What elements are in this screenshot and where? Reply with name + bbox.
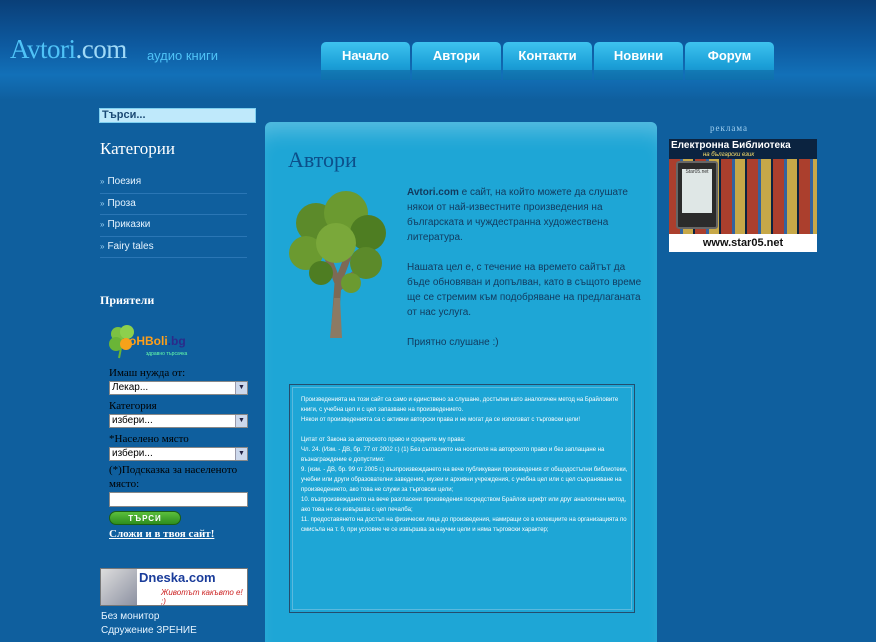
place-select[interactable]: избери... ▼ [109, 447, 248, 461]
category-poetry[interactable]: » Поезия [100, 172, 247, 194]
main-nav: Начало Автори Контакти Новини Форум [321, 42, 774, 80]
legal-paragraph: 11. предоставянето на достъп на физическ… [301, 517, 627, 533]
bullet-icon: » [100, 177, 105, 186]
legal-paragraph: Произведенията на този сайт са само и ед… [301, 397, 619, 413]
place-label: *Населено място [109, 433, 189, 445]
handshake-image [101, 569, 137, 605]
search-input[interactable]: Търси... [99, 108, 256, 123]
ad-url: www.star05.net [669, 234, 817, 252]
category-fairy-tales[interactable]: » Fairy tales [100, 237, 247, 258]
ohboli-logo-text[interactable]: oHBoli.bg [129, 334, 186, 348]
site-name: Avtori.com [407, 187, 459, 198]
ad-title: Електронна Библиотека [671, 140, 791, 151]
ebook-reader-icon: Star05.net [676, 161, 718, 229]
legal-paragraph: 10. възпроизвеждането на вече разгласени… [301, 497, 627, 513]
need-label: Имаш нужда от: [109, 367, 186, 379]
copyright-notice-box: Произведенията на този сайт са само и ед… [287, 382, 637, 615]
bullet-icon: » [100, 241, 105, 251]
page-title: Автори [288, 147, 357, 172]
link-no-monitor[interactable]: Без монитор [101, 611, 159, 622]
dneska-banner[interactable]: Dneska.com Животът какъвто е! ;) [100, 568, 248, 606]
chevron-down-icon: ▼ [235, 415, 247, 427]
legal-paragraph: Някои от произведенията са с активни авт… [301, 417, 581, 423]
hint-label: (*)Подсказка за населеното място: [109, 464, 238, 490]
ad-subtitle: на български език [703, 152, 755, 158]
site-logo[interactable]: Avtori.com [10, 34, 127, 65]
chevron-down-icon: ▼ [235, 382, 247, 394]
add-widget-link[interactable]: Сложи и в твоя сайт! [109, 528, 214, 540]
categories-list: » Поезия » Проза » Приказки » Fairy tales [100, 172, 247, 258]
chevron-down-icon: ▼ [235, 448, 247, 460]
ohboli-search-button[interactable]: ТЪРСИ [109, 511, 181, 525]
categories-title: Категории [100, 139, 175, 158]
site-tagline: аудио книги [147, 48, 218, 63]
nav-home[interactable]: Начало [321, 42, 410, 80]
intro-paragraph-3: Приятно слушане :) [407, 337, 499, 348]
nav-news[interactable]: Новини [594, 42, 683, 80]
dneska-title: Dneska.com [139, 570, 216, 585]
category-tales[interactable]: » Приказки [100, 215, 247, 237]
legal-paragraph: Чл. 24. (Изм. - ДВ, бр. 77 от 2002 г.) (… [301, 447, 605, 463]
hint-input[interactable] [109, 492, 248, 507]
ohboli-tagline: здравно търсачка [146, 351, 188, 357]
category-label: Категория [109, 400, 157, 412]
nav-forum[interactable]: Форум [685, 42, 774, 80]
nav-contacts[interactable]: Контакти [503, 42, 592, 80]
nav-authors[interactable]: Автори [412, 42, 501, 80]
link-zrenie[interactable]: Сдружение ЗРЕНИЕ [101, 625, 197, 636]
intro-paragraph-2: Нашата цел е, с течение на времето сайтъ… [407, 262, 642, 318]
header: Avtori.com аудио книги Начало Автори Кон… [0, 0, 876, 100]
need-select[interactable]: Лекар... ▼ [109, 381, 248, 395]
ad-label: реклама [710, 123, 748, 133]
ad-banner[interactable]: Електронна Библиотека на български език … [669, 139, 817, 252]
category-select[interactable]: избери... ▼ [109, 414, 248, 428]
category-prose[interactable]: » Проза [100, 194, 247, 215]
legal-paragraph: 9. (изм. - ДВ, бр. 99 от 2005 г.) възпро… [301, 467, 628, 493]
dneska-slogan: Животът какъвто е! ;) [161, 588, 243, 606]
tree-illustration [289, 191, 386, 338]
legal-paragraph: Цитат от Закона за авторското право и ср… [301, 437, 466, 443]
intro-text: Avtori.com е сайт, на който можете да сл… [407, 185, 647, 365]
friends-title: Приятели [100, 293, 155, 307]
bullet-icon: » [100, 220, 105, 229]
bullet-icon: » [100, 198, 105, 208]
